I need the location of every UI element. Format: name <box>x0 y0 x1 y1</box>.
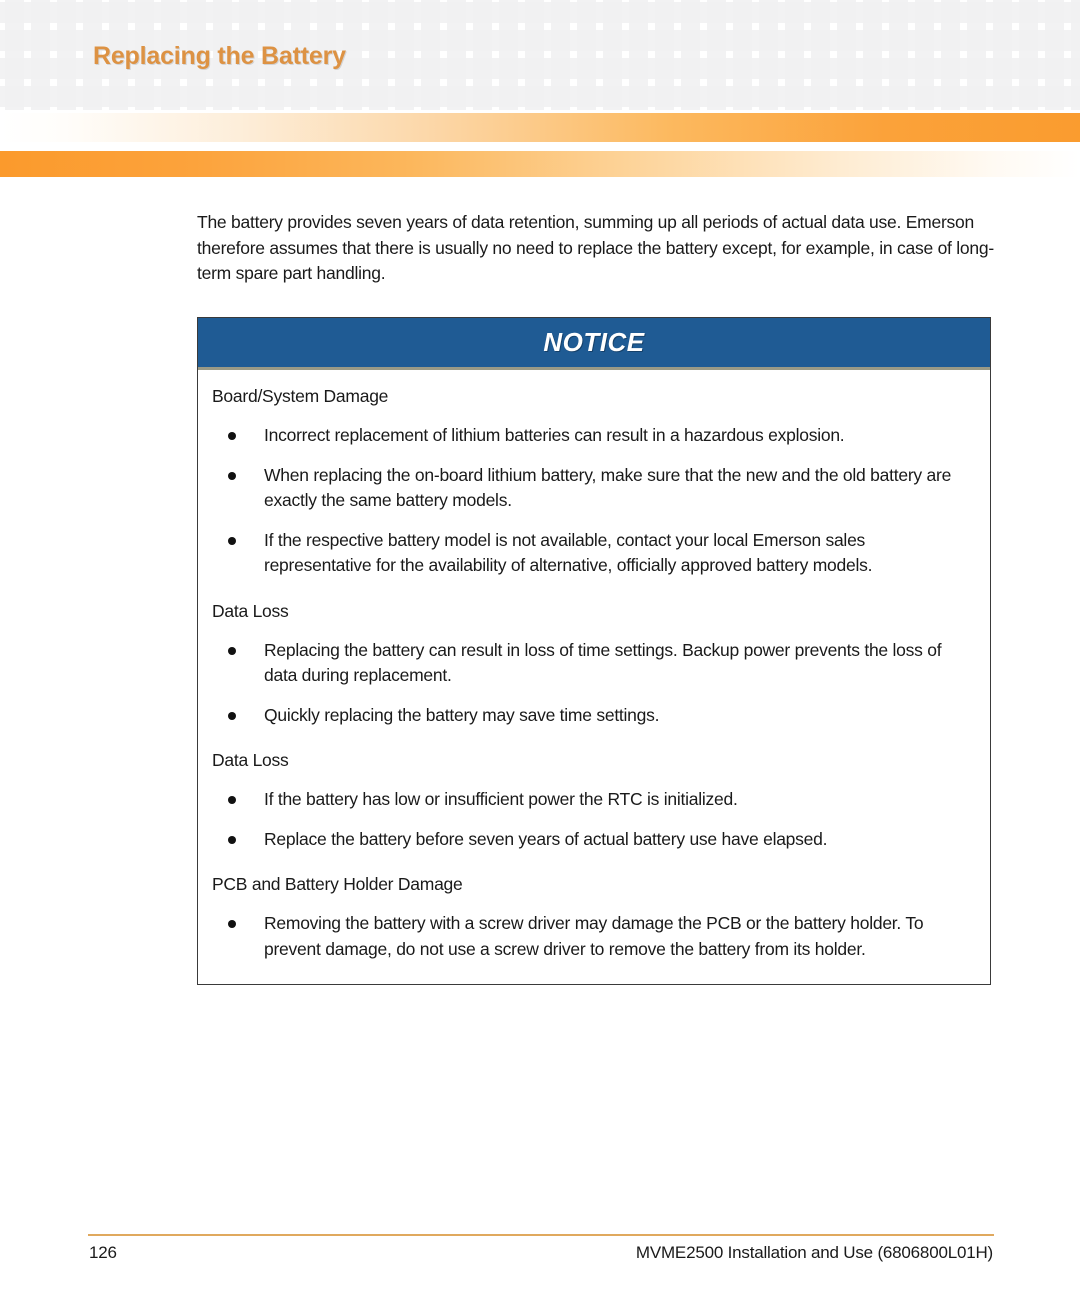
intro-paragraph: The battery provides seven years of data… <box>197 212 994 283</box>
notice-section-list: Replacing the battery can result in loss… <box>212 638 974 729</box>
notice-section-list: Removing the battery with a screw driver… <box>212 911 974 962</box>
page-title: Replacing the Battery <box>93 42 346 70</box>
list-item: When replacing the on-board lithium batt… <box>212 463 974 514</box>
accent-bar-top <box>0 113 1080 142</box>
accent-bar-bottom <box>0 151 1080 177</box>
list-item: Incorrect replacement of lithium batteri… <box>212 423 974 449</box>
list-item: Replace the battery before seven years o… <box>212 827 974 853</box>
list-item: If the battery has low or insufficient p… <box>212 787 974 813</box>
notice-section-heading: Data Loss <box>212 600 289 621</box>
notice-section: Data Loss Replacing the battery can resu… <box>212 599 974 729</box>
list-item: Replacing the battery can result in loss… <box>212 638 974 689</box>
list-item: Removing the battery with a screw driver… <box>212 911 974 962</box>
notice-section-heading: PCB and Battery Holder Damage <box>212 874 463 894</box>
notice-section-list: Incorrect replacement of lithium batteri… <box>212 423 974 579</box>
notice-title: NOTICE <box>543 327 645 357</box>
intro-paragraph-block: The battery provides seven years of data… <box>197 210 997 287</box>
list-item: Quickly replacing the battery may save t… <box>212 703 974 729</box>
footer-divider <box>88 1234 994 1236</box>
notice-section-heading: Data Loss <box>212 750 289 770</box>
notice-section: Board/System Damage Incorrect replacemen… <box>212 384 974 579</box>
list-item: If the respective battery model is not a… <box>212 528 974 579</box>
accent-bar-gap <box>0 142 1080 151</box>
footer-document-title: MVME2500 Installation and Use (6806800L0… <box>635 1243 993 1262</box>
notice-body: Board/System Damage Incorrect replacemen… <box>198 370 990 984</box>
footer-page-number: 126 <box>89 1243 117 1262</box>
notice-section-heading: Board/System Damage <box>212 386 389 406</box>
notice-box: NOTICE Board/System Damage Incorrect rep… <box>197 317 991 985</box>
notice-section: PCB and Battery Holder Damage Removing t… <box>212 872 974 962</box>
notice-section-list: If the battery has low or insufficient p… <box>212 787 974 852</box>
notice-header: NOTICE <box>198 318 990 370</box>
page-header-band: Replacing the Battery Replacing the Batt… <box>0 0 1080 110</box>
notice-section: Data Loss If the battery has low or insu… <box>212 748 974 852</box>
